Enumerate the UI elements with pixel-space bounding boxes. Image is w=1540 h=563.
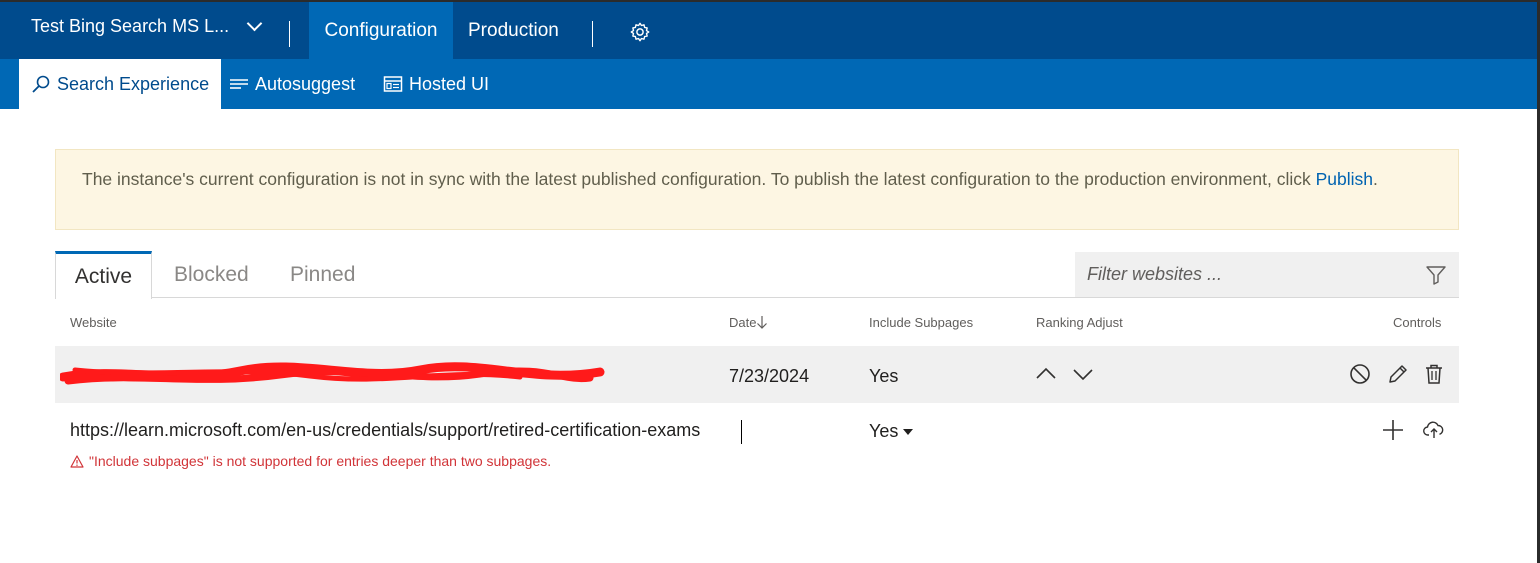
- column-header-website[interactable]: Website: [70, 315, 117, 330]
- instance-selector[interactable]: Test Bing Search MS L...: [31, 15, 263, 37]
- subnav-search-experience[interactable]: Search Experience: [19, 59, 222, 109]
- add-icon[interactable]: [1381, 418, 1405, 442]
- chevron-up-icon[interactable]: [1034, 362, 1058, 386]
- subnav-label: Hosted UI: [409, 73, 490, 94]
- search-icon: [32, 75, 50, 93]
- tab-label: Production: [468, 19, 559, 41]
- trash-icon[interactable]: [1422, 362, 1446, 386]
- row-date: 7/23/2024: [729, 366, 810, 386]
- filter-websites: [1075, 252, 1459, 297]
- include-subpages-dropdown[interactable]: Yes: [869, 421, 914, 442]
- subnav-label: Autosuggest: [255, 73, 356, 94]
- block-icon[interactable]: [1348, 362, 1372, 386]
- column-header-ranking-adjust: Ranking Adjust: [1036, 315, 1123, 330]
- tab-configuration[interactable]: Configuration: [309, 2, 453, 59]
- dropdown-value: Yes: [869, 421, 899, 441]
- publish-link[interactable]: Publish: [1316, 169, 1373, 189]
- chevron-down-icon: [246, 15, 263, 32]
- tab-label: Pinned: [290, 262, 356, 286]
- lines-icon: [230, 79, 248, 89]
- tab-active[interactable]: Active: [55, 251, 152, 299]
- tab-label: Blocked: [174, 262, 249, 286]
- pencil-icon[interactable]: [1386, 362, 1410, 386]
- window-icon: [383, 76, 403, 92]
- new-website-url-input[interactable]: [70, 420, 750, 441]
- column-label: Date: [729, 315, 757, 330]
- banner-suffix: .: [1373, 169, 1378, 189]
- gear-icon[interactable]: [629, 21, 651, 43]
- instance-name: Test Bing Search MS L...: [31, 16, 230, 36]
- text-caret: [741, 420, 742, 444]
- row-include-subpages: Yes: [869, 366, 899, 386]
- cloud-upload-icon[interactable]: [1422, 418, 1446, 442]
- divider: [592, 21, 593, 47]
- tab-blocked[interactable]: Blocked: [174, 251, 249, 298]
- sync-warning-banner: The instance's current configuration is …: [55, 149, 1459, 230]
- error-text: "Include subpages" is not supported for …: [89, 453, 552, 469]
- filter-icon[interactable]: [1425, 264, 1447, 286]
- tab-label: Active: [74, 264, 133, 288]
- caret-down-icon: [903, 428, 914, 435]
- divider: [289, 21, 290, 47]
- redacted-website: [60, 362, 605, 385]
- tab-pinned[interactable]: Pinned: [290, 251, 355, 298]
- subnav-label: Search Experience: [57, 73, 210, 94]
- top-bar: Test Bing Search MS L... Configuration P…: [0, 0, 1540, 59]
- column-header-controls: Controls: [1393, 315, 1442, 330]
- chevron-down-icon[interactable]: [1071, 362, 1095, 386]
- warning-icon: [70, 454, 84, 468]
- column-header-date[interactable]: Date: [729, 315, 768, 330]
- banner-message: The instance's current configuration is …: [82, 169, 1311, 189]
- subnav-hosted-ui[interactable]: Hosted UI: [383, 59, 489, 109]
- tab-production[interactable]: Production: [453, 2, 574, 59]
- sub-navigation: Search Experience Autosuggest Hosted UI: [0, 59, 1537, 109]
- filter-input[interactable]: [1087, 264, 1425, 285]
- subpages-error-message: "Include subpages" is not supported for …: [70, 453, 551, 469]
- tab-label: Configuration: [324, 19, 438, 41]
- sort-down-icon: [757, 316, 768, 329]
- subnav-autosuggest[interactable]: Autosuggest: [229, 59, 355, 109]
- column-header-include-subpages: Include Subpages: [869, 315, 974, 330]
